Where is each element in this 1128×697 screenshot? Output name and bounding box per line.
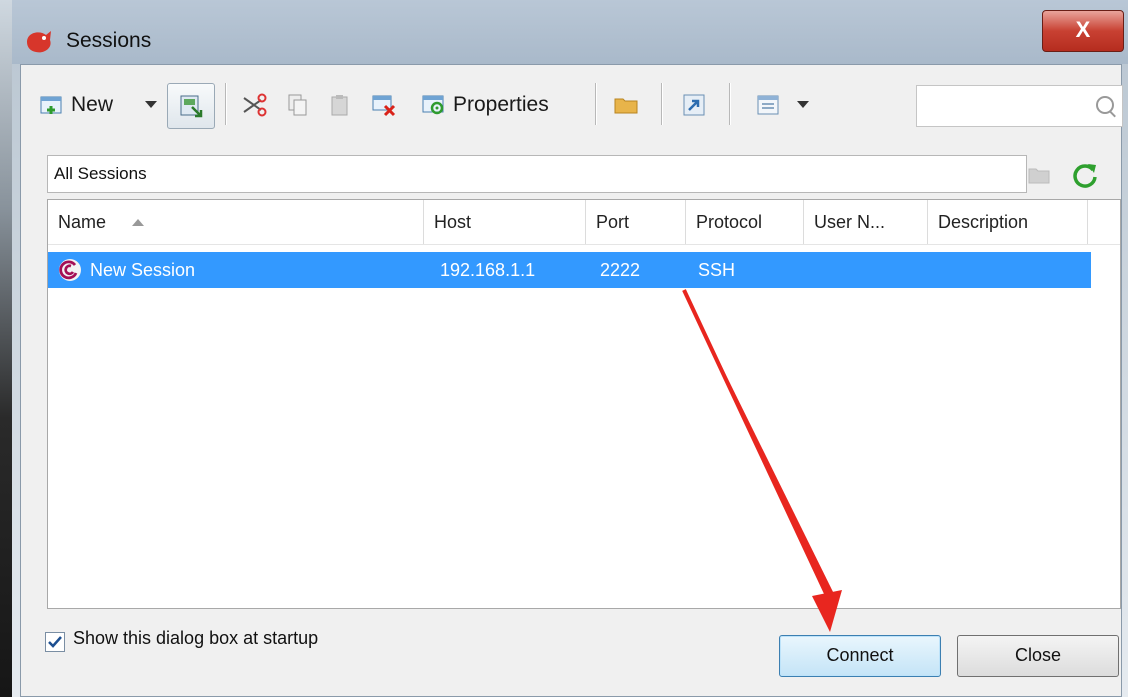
annotation-arrow: [682, 289, 842, 632]
